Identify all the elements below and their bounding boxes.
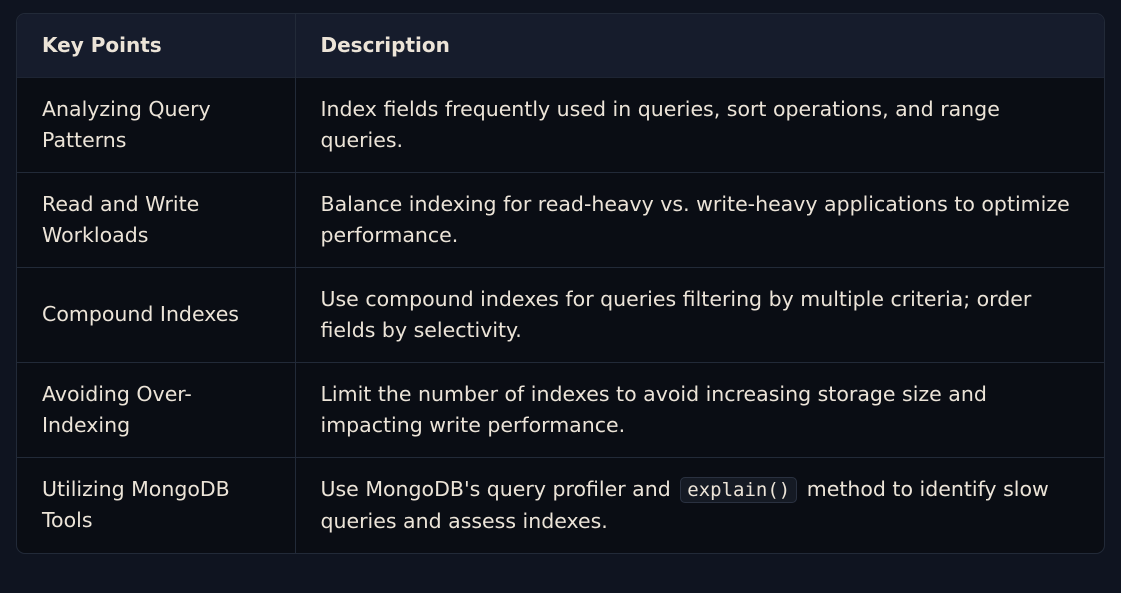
key-points-table: Key Points Description Analyzing Query P… (16, 13, 1105, 554)
desc-text-before: Use MongoDB's query profiler and (320, 476, 671, 501)
table-row: Utilizing MongoDB Tools Use MongoDB's qu… (17, 456, 1104, 553)
row-key: Avoiding Over-Indexing (17, 361, 295, 457)
row-description: Balance indexing for read-heavy vs. writ… (294, 171, 1104, 267)
table-row: Read and Write Workloads Balance indexin… (17, 171, 1104, 267)
row-description: Use MongoDB's query profiler and explain… (294, 456, 1104, 553)
table-header-row: Key Points Description (17, 14, 1104, 77)
inline-code-explain: explain() (680, 476, 798, 503)
header-key-points: Key Points (42, 33, 162, 58)
row-key: Analyzing Query Patterns (17, 76, 295, 172)
row-description: Use compound indexes for queries filteri… (294, 266, 1104, 362)
row-description: Index fields frequently used in queries,… (294, 76, 1104, 172)
table: Key Points Description Analyzing Query P… (17, 14, 1104, 553)
row-description: Limit the number of indexes to avoid inc… (294, 361, 1104, 457)
header-description: Description (294, 14, 1104, 77)
row-key: Utilizing MongoDB Tools (17, 456, 295, 553)
row-key: Compound Indexes (17, 266, 295, 362)
table-row: Analyzing Query Patterns Index fields fr… (17, 76, 1104, 172)
table-row: Compound Indexes Use compound indexes fo… (17, 266, 1104, 362)
table-row: Avoiding Over-Indexing Limit the number … (17, 361, 1104, 457)
row-key: Read and Write Workloads (17, 171, 295, 267)
